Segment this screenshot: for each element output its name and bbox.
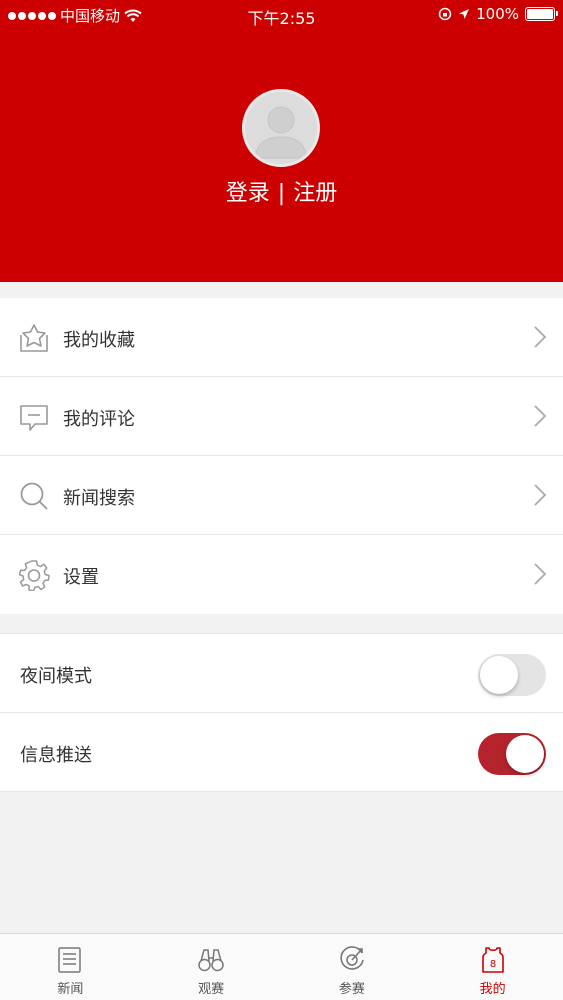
tab-watch[interactable]: 观赛 <box>141 934 282 1000</box>
chevron-right-icon <box>534 484 547 506</box>
menu-list: 我的收藏 我的评论 新闻搜索 设置 <box>0 298 563 614</box>
search-icon <box>20 482 48 510</box>
menu-item-favorites[interactable]: 我的收藏 <box>0 298 563 377</box>
profile-header: 中国移动 下午2:55 100% 登录 | 注册 <box>0 0 563 282</box>
night-mode-switch[interactable] <box>478 654 546 696</box>
svg-text:8: 8 <box>489 959 495 970</box>
login-separator: | <box>277 181 286 206</box>
tab-label: 新闻 <box>57 982 84 997</box>
status-right: 100% <box>438 5 558 23</box>
toggle-row-push-notifications: 信息推送 <box>0 713 563 792</box>
tab-label: 参赛 <box>338 982 365 997</box>
toggle-label: 信息推送 <box>20 745 92 766</box>
tab-label: 我的 <box>479 982 506 997</box>
medal-icon <box>340 946 364 970</box>
menu-label: 我的收藏 <box>63 330 135 351</box>
status-bar: 中国移动 下午2:55 100% <box>0 0 563 30</box>
location-icon <box>459 9 470 19</box>
toggle-label: 夜间模式 <box>20 666 92 687</box>
menu-label: 设置 <box>63 567 99 588</box>
tab-label: 观赛 <box>198 982 225 997</box>
user-silhouette-icon <box>254 106 308 159</box>
comment-icon <box>20 405 48 431</box>
battery-icon <box>525 7 558 21</box>
tab-compete[interactable]: 参赛 <box>282 934 423 1000</box>
chevron-right-icon <box>534 563 547 585</box>
binoculars-icon <box>198 949 224 972</box>
push-notifications-switch[interactable] <box>478 733 546 775</box>
settings-toggles: 夜间模式 信息推送 <box>0 633 563 792</box>
login-register-row: 登录 | 注册 <box>0 175 563 207</box>
menu-label: 我的评论 <box>63 409 135 430</box>
menu-item-comments[interactable]: 我的评论 <box>0 377 563 456</box>
news-icon <box>58 947 82 973</box>
avatar[interactable] <box>242 89 320 167</box>
tab-mine[interactable]: 8 我的 <box>422 934 563 1000</box>
gear-icon <box>18 560 50 591</box>
orientation-lock-icon <box>438 7 452 21</box>
register-link[interactable]: 注册 <box>293 175 337 207</box>
chevron-right-icon <box>534 405 547 427</box>
tab-bar: 新闻 观赛 参赛 8 我的 <box>0 933 563 1000</box>
menu-item-settings[interactable]: 设置 <box>0 535 563 614</box>
toggle-row-night-mode: 夜间模式 <box>0 634 563 713</box>
jersey-icon: 8 <box>481 947 504 973</box>
menu-label: 新闻搜索 <box>63 488 135 509</box>
star-icon <box>20 324 48 352</box>
login-link[interactable]: 登录 <box>226 175 270 207</box>
tab-news[interactable]: 新闻 <box>0 934 141 1000</box>
chevron-right-icon <box>534 326 547 348</box>
battery-percent: 100% <box>476 5 519 23</box>
menu-item-news-search[interactable]: 新闻搜索 <box>0 456 563 535</box>
